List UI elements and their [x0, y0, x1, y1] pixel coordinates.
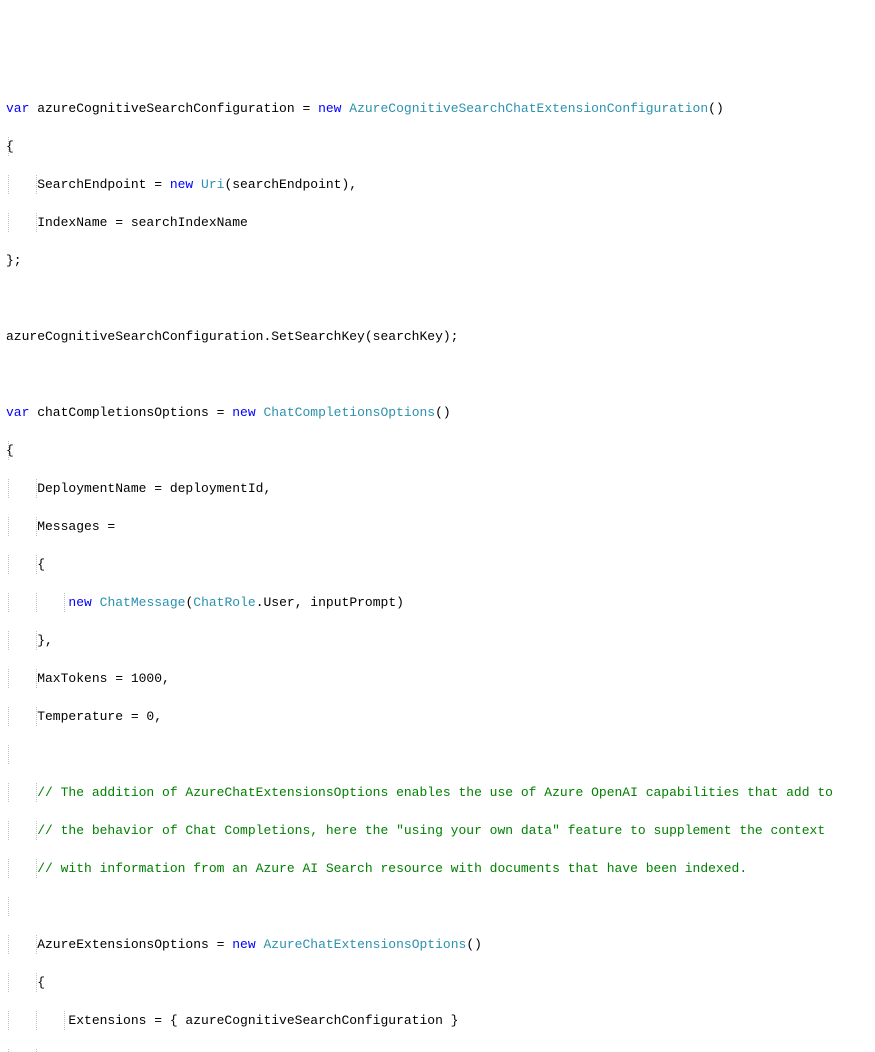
code-line: { — [6, 555, 869, 574]
code-line — [6, 289, 869, 308]
code-line: new ChatMessage(ChatRole.User, inputProm… — [6, 593, 869, 612]
code-line: azureCognitiveSearchConfiguration.SetSea… — [6, 327, 869, 346]
keyword-var: var — [6, 101, 29, 116]
code-line: Temperature = 0, — [6, 707, 869, 726]
type-name: AzureCognitiveSearchChatExtensionConfigu… — [349, 101, 708, 116]
code-line: { — [6, 441, 869, 460]
code-line — [6, 365, 869, 384]
code-line: AzureExtensionsOptions = new AzureChatEx… — [6, 935, 869, 954]
comment: // The addition of AzureChatExtensionsOp… — [6, 785, 833, 800]
keyword-var: var — [6, 405, 29, 420]
code-line: { — [6, 137, 869, 156]
code-line: } — [6, 1049, 869, 1052]
code-line — [6, 897, 869, 916]
code-line: var azureCognitiveSearchConfiguration = … — [6, 99, 869, 118]
code-line: IndexName = searchIndexName — [6, 213, 869, 232]
code-line: // the behavior of Chat Completions, her… — [6, 821, 869, 840]
code-block: var azureCognitiveSearchConfiguration = … — [6, 80, 869, 1052]
code-line: { — [6, 973, 869, 992]
code-line: Messages = — [6, 517, 869, 536]
type-name: Uri — [201, 177, 224, 192]
keyword-new: new — [68, 595, 91, 610]
code-line: }, — [6, 631, 869, 650]
keyword-new: new — [170, 177, 193, 192]
code-line: // The addition of AzureChatExtensionsOp… — [6, 783, 869, 802]
code-line: SearchEndpoint = new Uri(searchEndpoint)… — [6, 175, 869, 194]
keyword-new: new — [232, 937, 255, 952]
type-name: ChatCompletionsOptions — [263, 405, 435, 420]
comment: // with information from an Azure AI Sea… — [6, 861, 747, 876]
type-name: AzureChatExtensionsOptions — [263, 937, 466, 952]
code-line: // with information from an Azure AI Sea… — [6, 859, 869, 878]
code-line: DeploymentName = deploymentId, — [6, 479, 869, 498]
code-line: MaxTokens = 1000, — [6, 669, 869, 688]
code-line: var chatCompletionsOptions = new ChatCom… — [6, 403, 869, 422]
code-line: }; — [6, 251, 869, 270]
keyword-new: new — [318, 101, 341, 116]
code-line — [6, 745, 869, 764]
code-line: Extensions = { azureCognitiveSearchConfi… — [6, 1011, 869, 1030]
type-name: ChatRole — [193, 595, 255, 610]
type-name: ChatMessage — [100, 595, 186, 610]
comment: // the behavior of Chat Completions, her… — [6, 823, 825, 838]
keyword-new: new — [232, 405, 255, 420]
